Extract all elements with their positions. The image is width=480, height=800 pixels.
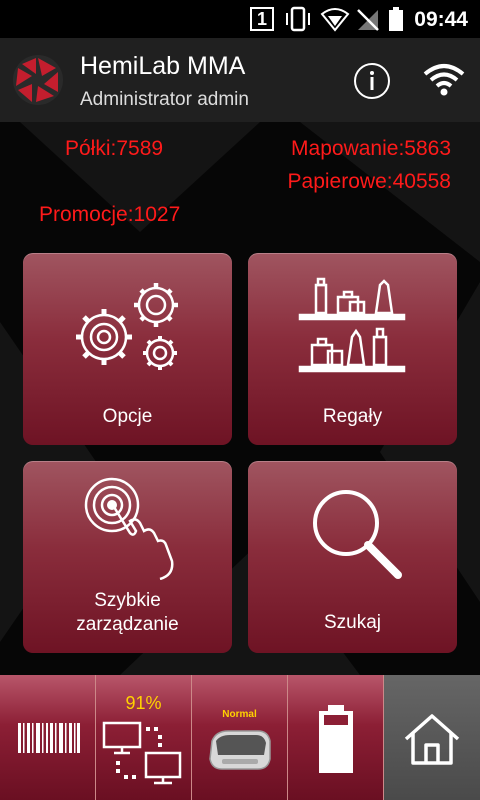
battery-icon: [389, 7, 403, 31]
printer-status: Normal: [222, 709, 257, 720]
tile-opcje-label: Opcje: [102, 406, 153, 427]
tile-szukaj[interactable]: Szukaj: [248, 461, 457, 653]
battery-button[interactable]: [288, 675, 384, 800]
barcode-button[interactable]: [0, 675, 96, 800]
magnifier-icon: [313, 490, 402, 579]
printer-button[interactable]: Normal: [192, 675, 288, 800]
sync-percent: 91%: [125, 693, 162, 713]
aperture-logo-icon: [13, 55, 63, 105]
vibrate-icon: [286, 6, 310, 32]
stat-mapowanie: Mapowanie:5863: [291, 137, 451, 160]
app-header: HemiLab MMA Administrator admin: [0, 38, 480, 122]
battery-icon: [319, 705, 353, 773]
barcode-icon: [18, 723, 80, 753]
touch-hand-icon: [84, 477, 174, 580]
status-bar: 1 09:44: [0, 0, 480, 38]
bottom-toolbar: 91% Normal: [0, 675, 480, 800]
app-title: HemiLab MMA: [80, 52, 246, 80]
no-signal-icon: [357, 9, 379, 31]
gears-icon: [76, 283, 178, 370]
tile-regaly[interactable]: Regały: [248, 253, 457, 445]
sync-button[interactable]: 91%: [96, 675, 192, 800]
stat-polki: Półki:7589: [65, 137, 164, 160]
printer-icon: [209, 730, 271, 770]
clock: 09:44: [414, 8, 468, 31]
user-subtitle: Administrator admin: [80, 89, 249, 110]
home-button[interactable]: [384, 675, 480, 800]
stat-papierowe: Papierowe:40558: [287, 170, 451, 193]
tile-opcje[interactable]: Opcje: [23, 253, 232, 445]
tile-szybkie-label-2: zarządzanie: [76, 614, 179, 635]
tile-szybkie-label-1: Szybkie: [94, 590, 161, 611]
shelves-icon: [298, 277, 406, 373]
tile-szukaj-label: Szukaj: [323, 612, 382, 633]
wifi-icon[interactable]: [423, 62, 465, 96]
info-icon[interactable]: [353, 62, 391, 100]
wifi-signal-icon: [320, 8, 350, 32]
home-icon: [404, 714, 460, 765]
sync-computers-icon: [102, 721, 182, 785]
tile-szybkie-zarzadzanie[interactable]: Szybkie zarządzanie: [23, 461, 232, 653]
main-panel: Półki:7589 Mapowanie:5863 Papierowe:4055…: [0, 122, 480, 675]
sim-indicator: 1: [250, 7, 274, 31]
stat-promocje: Promocje:1027: [39, 203, 181, 226]
tile-regaly-label: Regały: [322, 406, 383, 427]
